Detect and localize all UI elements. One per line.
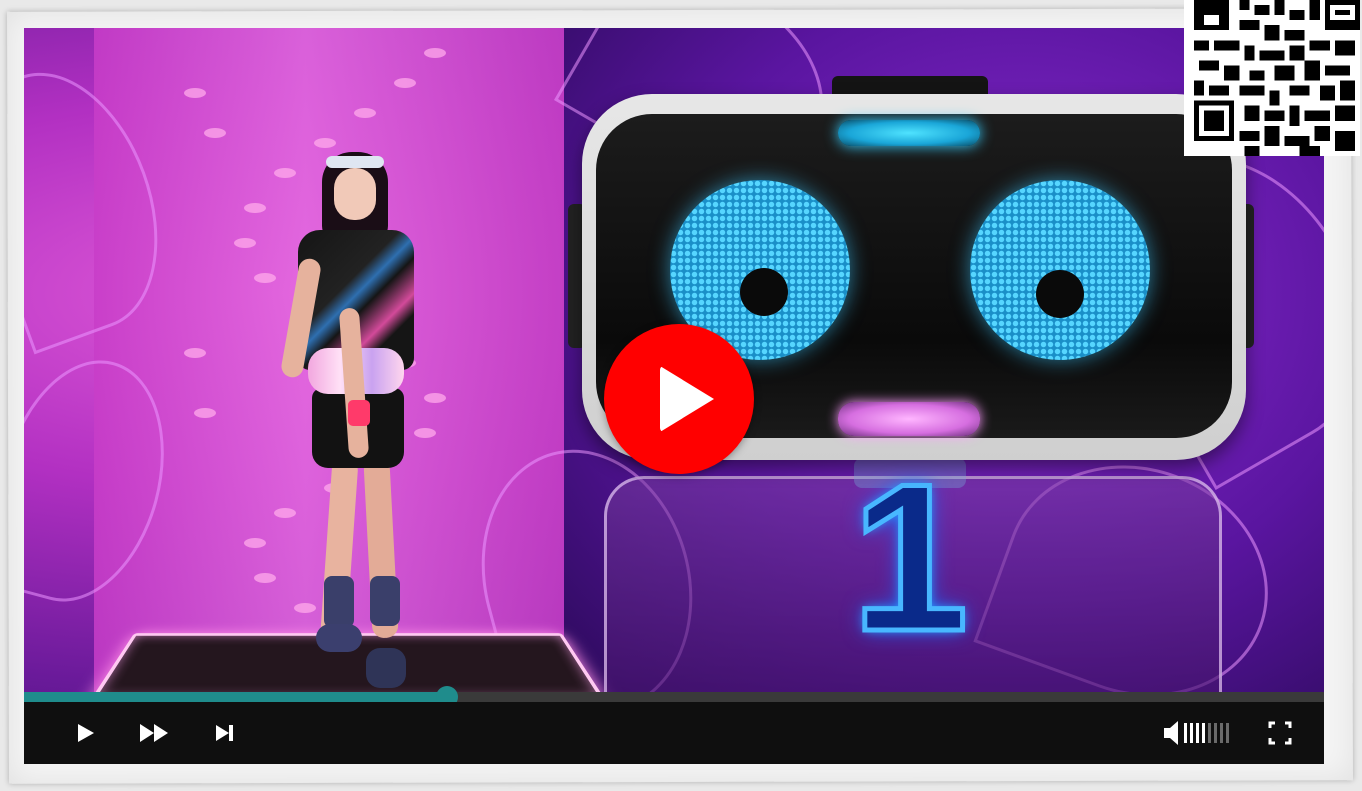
fullscreen-icon [1268, 721, 1292, 745]
control-bar [24, 702, 1324, 764]
volume-icon [1164, 721, 1229, 745]
skip-next-button[interactable] [210, 716, 240, 750]
play-button[interactable] [70, 716, 100, 750]
volume-level-bar [1190, 723, 1193, 743]
dancer [279, 148, 426, 688]
fullscreen-button[interactable] [1266, 716, 1294, 750]
vr-led-bottom [838, 402, 980, 436]
volume-level-bar [1226, 723, 1229, 743]
progress-fill [24, 692, 447, 702]
fast-forward-button[interactable] [134, 716, 176, 750]
countdown-number: 1 [849, 440, 971, 675]
robot-pupil [1036, 270, 1084, 318]
volume-level-bar [1220, 723, 1223, 743]
volume-level-bar [1208, 723, 1211, 743]
fast-forward-icon [140, 724, 168, 742]
video-player[interactable]: 1 [24, 28, 1324, 764]
volume-level-bar [1214, 723, 1217, 743]
volume-level-bar [1196, 723, 1199, 743]
volume-button[interactable] [1162, 716, 1242, 750]
vr-led-top [838, 120, 980, 146]
play-icon [78, 724, 94, 742]
volume-level-bar [1202, 723, 1205, 743]
progress-bar[interactable] [24, 686, 1324, 708]
qr-code-icon [1184, 0, 1360, 156]
volume-level-bar [1184, 723, 1187, 743]
robot-eye-right [970, 180, 1150, 360]
skip-next-icon [216, 725, 233, 741]
robot-pupil [740, 268, 788, 316]
youtube-play-icon[interactable] [604, 324, 754, 474]
video-frame[interactable]: 1 [24, 28, 1324, 692]
